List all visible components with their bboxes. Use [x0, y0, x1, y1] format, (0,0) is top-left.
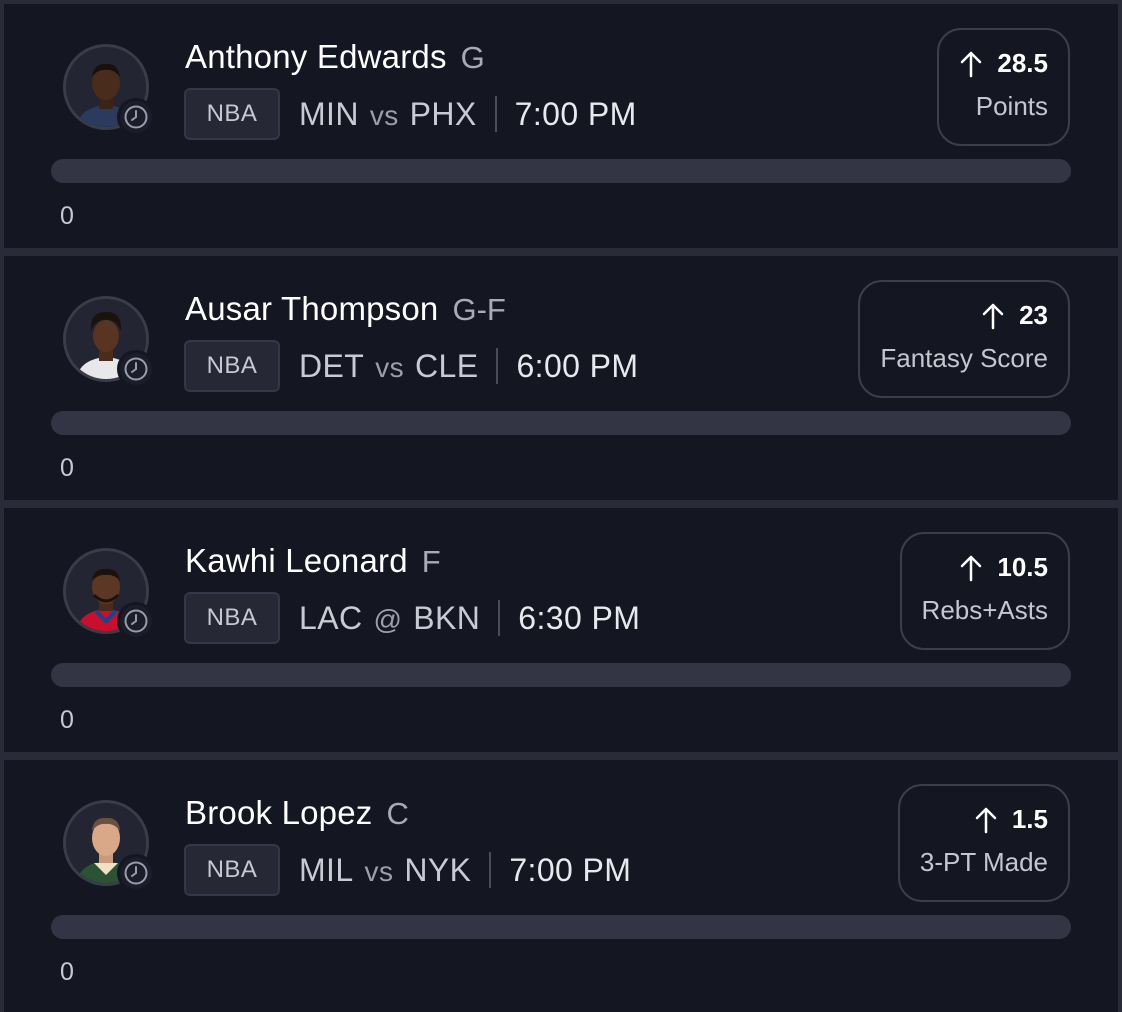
current-stat-value: 0	[60, 958, 74, 986]
game-time: 6:30 PM	[518, 599, 641, 636]
pick-list: Anthony Edwards G NBA MIN vs PHX 7:00 PM 2…	[0, 0, 1122, 1012]
game-time: 6:00 PM	[516, 347, 639, 384]
divider	[498, 600, 501, 636]
matchup-separator: vs	[369, 99, 399, 131]
clock-icon	[117, 602, 155, 640]
game-time: 7:00 PM	[514, 95, 637, 132]
progress-bar	[51, 663, 1071, 687]
line-value: 1.5	[1011, 804, 1048, 834]
arrow-up-icon	[975, 807, 997, 833]
player-name: Brook Lopez	[185, 794, 373, 831]
divider	[496, 348, 499, 384]
pick-card[interactable]: Ausar Thompson G-F NBA DET vs CLE 6:00 PM …	[4, 256, 1118, 500]
progress-bar	[51, 411, 1071, 435]
opponent: BKN	[413, 599, 481, 636]
line-value: 28.5	[997, 48, 1048, 78]
stat-type: Points	[975, 91, 1048, 121]
player-header: Ausar Thompson G-F	[185, 290, 506, 328]
stat-type: Rebs+Asts	[921, 595, 1048, 625]
game-time: 7:00 PM	[509, 851, 632, 888]
projection-box[interactable]: 23 Fantasy Score	[858, 280, 1070, 398]
league-badge: NBA	[184, 592, 280, 644]
projection-line: 10.5	[922, 552, 1048, 583]
team: MIN	[299, 95, 359, 132]
matchup-separator: vs	[375, 351, 405, 383]
player-position: G-F	[452, 292, 506, 327]
arrow-up-icon	[982, 303, 1004, 329]
player-header: Anthony Edwards G	[185, 38, 485, 76]
league-badge: NBA	[184, 844, 280, 896]
progress-bar	[51, 915, 1071, 939]
line-value: 23	[1019, 300, 1048, 330]
player-name: Kawhi Leonard	[185, 542, 408, 579]
opponent: CLE	[415, 347, 479, 384]
player-position: F	[421, 544, 441, 579]
player-header: Kawhi Leonard F	[185, 542, 441, 580]
clock-icon	[117, 854, 155, 892]
projection-line: 28.5	[959, 48, 1048, 79]
current-stat-value: 0	[60, 202, 74, 230]
progress-bar	[51, 159, 1071, 183]
projection-line: 1.5	[920, 804, 1048, 835]
team: LAC	[299, 599, 363, 636]
player-position: C	[386, 796, 409, 831]
stat-type: Fantasy Score	[880, 343, 1048, 373]
pick-card[interactable]: Brook Lopez C NBA MIL vs NYK 7:00 PM 1.5 3…	[4, 760, 1118, 1012]
game-info: NBA DET vs CLE 6:00 PM	[184, 340, 638, 392]
divider	[489, 852, 492, 888]
matchup: MIN vs PHX	[299, 96, 477, 133]
clock-icon	[117, 350, 155, 388]
projection-box[interactable]: 28.5 Points	[937, 28, 1070, 146]
team: DET	[299, 347, 365, 384]
projection-box[interactable]: 10.5 Rebs+Asts	[899, 532, 1070, 650]
team: MIL	[299, 851, 354, 888]
line-value: 10.5	[997, 552, 1048, 582]
projection-box[interactable]: 1.5 3-PT Made	[897, 784, 1070, 902]
arrow-up-icon	[961, 51, 982, 77]
arrow-up-icon	[961, 555, 982, 581]
player-header: Brook Lopez C	[185, 794, 409, 832]
game-info: NBA LAC @ BKN 6:30 PM	[184, 592, 640, 644]
projection-line: 23	[880, 300, 1048, 331]
player-name: Ausar Thompson	[185, 290, 439, 327]
player-position: G	[460, 40, 485, 75]
matchup-separator: @	[373, 603, 403, 635]
game-info: NBA MIL vs NYK 7:00 PM	[184, 844, 631, 896]
current-stat-value: 0	[60, 454, 74, 482]
stat-type: 3-PT Made	[919, 847, 1048, 877]
player-name: Anthony Edwards	[185, 38, 447, 75]
game-info: NBA MIN vs PHX 7:00 PM	[184, 88, 637, 140]
matchup: LAC @ BKN	[299, 600, 480, 637]
divider	[494, 96, 497, 132]
league-badge: NBA	[184, 340, 280, 392]
opponent: PHX	[409, 95, 477, 132]
opponent: NYK	[404, 851, 472, 888]
pick-card[interactable]: Anthony Edwards G NBA MIN vs PHX 7:00 PM 2…	[4, 4, 1118, 248]
current-stat-value: 0	[60, 706, 74, 734]
league-badge: NBA	[184, 88, 280, 140]
matchup-separator: vs	[364, 855, 394, 887]
matchup: DET vs CLE	[299, 348, 478, 385]
matchup: MIL vs NYK	[299, 852, 471, 889]
clock-icon	[117, 98, 155, 136]
pick-card[interactable]: Kawhi Leonard F NBA LAC @ BKN 6:30 PM 10.5…	[4, 508, 1118, 752]
